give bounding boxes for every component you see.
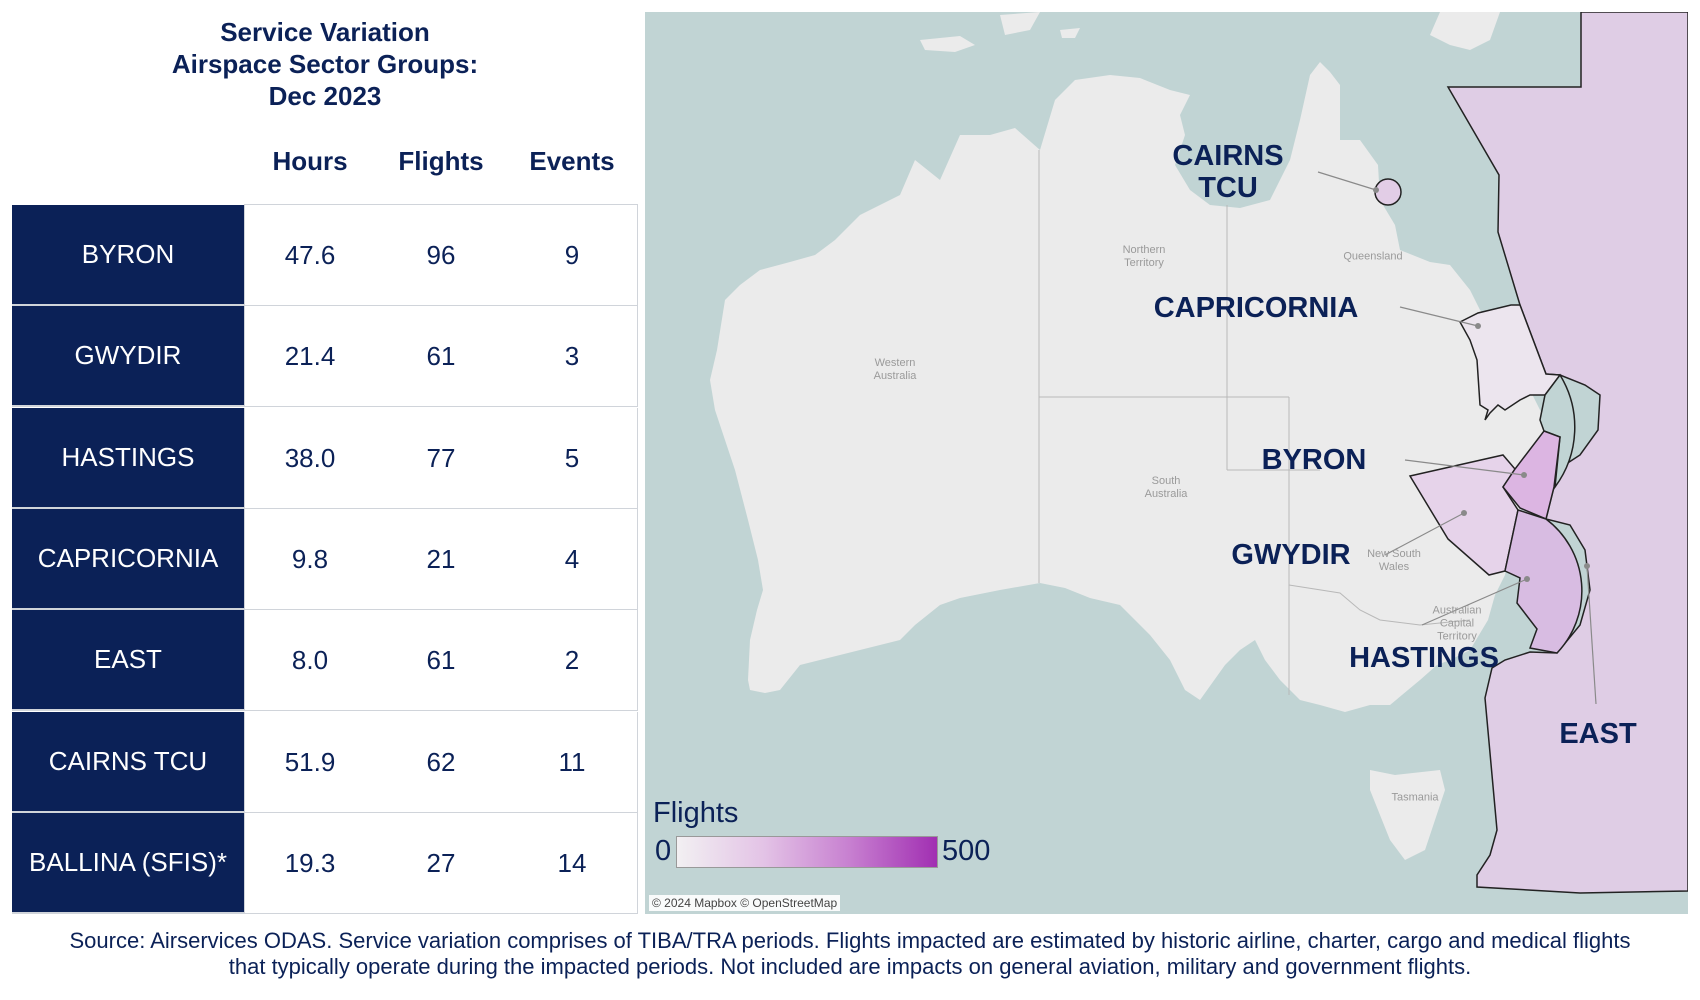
cell-flights: 77 (426, 442, 456, 473)
cell-hours: 51.9 (284, 746, 336, 777)
cell-events: 11 (558, 746, 586, 777)
cell-flights: 27 (426, 847, 456, 878)
title-line-2: Airspace Sector Groups: (171, 49, 479, 79)
state-label-northern-territory: Northern Territory (1122, 244, 1166, 269)
cell-hours: 21.4 (284, 341, 336, 372)
cell-flights: 62 (426, 746, 456, 777)
map-label-capricornia: CAPRICORNIA (1153, 292, 1359, 324)
state-label-tasmania: Tasmania (1391, 791, 1439, 804)
state-label-new-south-wales: New South Wales (1367, 548, 1421, 573)
legend-color-ramp (676, 836, 938, 868)
cell-flights: 21 (426, 543, 456, 574)
cell-events: 2 (564, 645, 580, 676)
cell-events: 9 (564, 240, 580, 270)
table-row: BYRON 47.6 96 9 (12, 205, 638, 306)
cell-flights: 61 (426, 341, 456, 372)
indonesia-islands (920, 12, 1080, 52)
state-label-western-australia: Western Australia (873, 357, 917, 382)
legend-max-value: 500 (942, 835, 991, 867)
source-note-line-2: that typically operate during the impact… (228, 954, 1472, 979)
cell-hours: 19.3 (284, 847, 336, 878)
source-note-line-1: Source: Airservices ODAS. Service variat… (69, 928, 1631, 953)
map-label-gwydir: GWYDIR (1231, 539, 1351, 571)
column-header-hours: Hours (272, 146, 348, 176)
cell-hours: 38.0 (284, 442, 336, 473)
table-row: CAPRICORNIA 9.8 21 4 (12, 508, 638, 610)
cell-events: 3 (564, 341, 580, 372)
state-label-queensland: Queensland (1343, 250, 1403, 263)
map-view[interactable] (645, 12, 1688, 914)
table-row: BALLINA (SFIS)* 19.3 27 14 (12, 812, 638, 914)
map-label-east: EAST (1559, 718, 1637, 750)
page-title: Service Variation Airspace Sector Groups… (120, 16, 530, 112)
table-row: GWYDIR 21.4 61 3 (12, 306, 638, 408)
row-header-sector: BALLINA (SFIS)* (12, 812, 244, 914)
cell-hours: 8.0 (291, 645, 329, 676)
australia-mainland (710, 62, 1548, 712)
cell-events: 4 (564, 543, 580, 574)
row-header-sector: HASTINGS (12, 407, 244, 509)
state-label-act: Australian Capital Territory (1432, 604, 1482, 643)
table-row: EAST 8.0 61 2 (12, 610, 638, 712)
sector-cairns-tcu[interactable] (1374, 178, 1402, 206)
cell-events: 14 (557, 847, 587, 878)
row-header-sector: CAIRNS TCU (12, 711, 244, 813)
table-row: CAIRNS TCU 51.9 62 11 (12, 711, 638, 813)
map-canvas (710, 12, 1688, 894)
title-line-3: Dec 2023 (268, 81, 382, 111)
column-header-events: Events (529, 146, 615, 176)
column-header-flights: Flights (398, 146, 484, 176)
sector-hastings[interactable] (1504, 509, 1583, 654)
map-label-byron: BYRON (1261, 444, 1367, 476)
tasmania-landmass (1370, 770, 1445, 860)
source-note: Source: Airservices ODAS. Service variat… (0, 928, 1700, 980)
map-label-hastings: HASTINGS (1349, 642, 1499, 674)
row-header-sector: GWYDIR (12, 306, 244, 408)
papua-new-guinea-landmass (1430, 12, 1500, 50)
state-label-south-australia: South Australia (1144, 475, 1188, 500)
map-attribution-link[interactable]: © 2024 Mapbox © OpenStreetMap (649, 895, 841, 911)
cell-flights: 61 (426, 645, 456, 676)
cell-hours: 47.6 (284, 240, 336, 270)
title-line-1: Service Variation (220, 17, 430, 47)
legend-min-value: 0 (655, 835, 672, 867)
row-header-sector: BYRON (12, 205, 244, 306)
cell-hours: 9.8 (291, 543, 329, 574)
row-header-sector: CAPRICORNIA (12, 508, 244, 610)
legend-title: Flights (653, 797, 739, 829)
row-header-sector: EAST (12, 610, 244, 712)
table-row: HASTINGS 38.0 77 5 (12, 407, 638, 509)
cell-events: 5 (564, 442, 580, 473)
map-label-cairns-tcu: CAIRNS TCU (1172, 140, 1284, 204)
cell-flights: 96 (426, 240, 456, 270)
